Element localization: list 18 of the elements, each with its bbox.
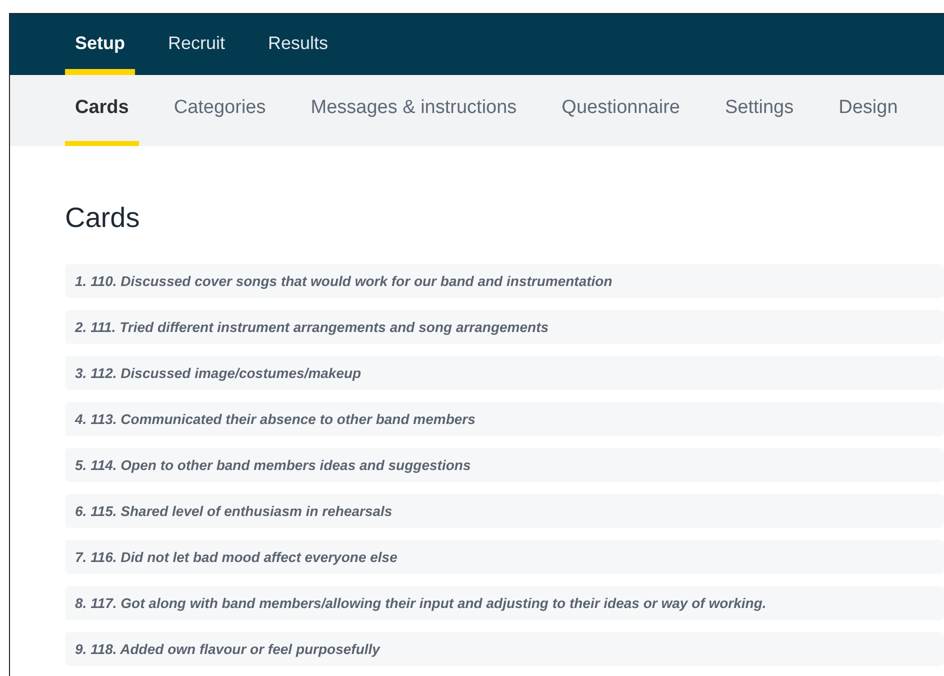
card-item[interactable]: 7. 116. Did not let bad mood affect everyone else: [65, 540, 944, 574]
sub-tab[interactable]: Messages & instructions: [300, 75, 527, 146]
nav-tab[interactable]: Recruit: [158, 14, 236, 75]
card-item[interactable]: 3. 112. Discussed image/costumes/makeup: [65, 356, 944, 390]
card-item[interactable]: 4. 113. Communicated their absence to other band members: [65, 402, 944, 436]
card-item[interactable]: 8. 117. Got along with band members/allowing their input and adjusting to their ideas or way of working.: [65, 586, 944, 620]
sub-tab[interactable]: Design: [828, 75, 908, 146]
card-item[interactable]: 6. 115. Shared level of enthusiasm in rehearsals: [65, 494, 944, 528]
card-item[interactable]: 1. 110. Discussed cover songs that would work for our band and instrumentation: [65, 264, 944, 298]
card-item[interactable]: 2. 111. Tried different instrument arrangements and song arrangements: [65, 310, 944, 344]
card-item[interactable]: 5. 114. Open to other band members ideas and suggestions: [65, 448, 944, 482]
sub-tab[interactable]: Settings: [714, 75, 804, 146]
sub-tab[interactable]: Questionnaire: [552, 75, 690, 146]
nav-tab[interactable]: Results: [258, 14, 338, 75]
card-item[interactable]: 9. 118. Added own flavour or feel purposefully: [65, 632, 944, 666]
sub-tab[interactable]: Cards: [65, 75, 139, 146]
sub-tab[interactable]: Categories: [164, 75, 276, 146]
page-heading: Cards: [65, 202, 141, 234]
